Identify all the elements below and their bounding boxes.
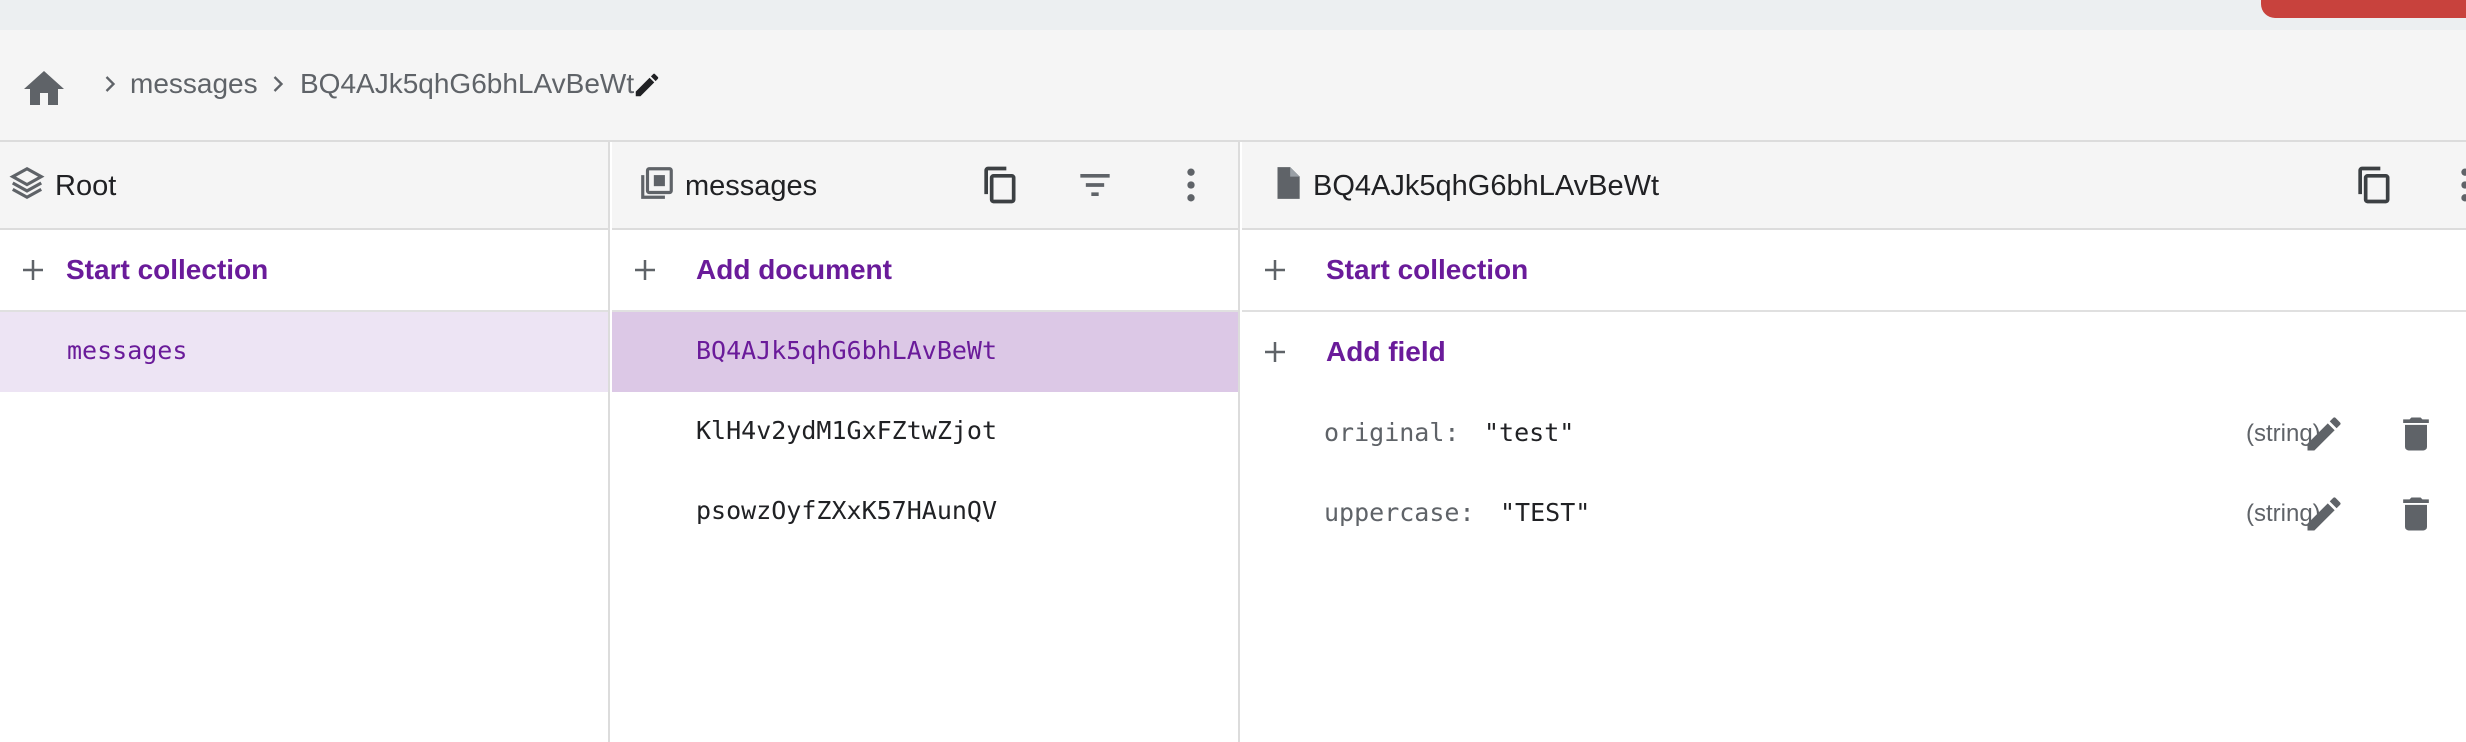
plus-icon — [23, 260, 43, 280]
layers-icon — [9, 166, 45, 200]
root-panel: Root Start collection messages — [0, 142, 610, 742]
document-panel-header: BQ4AJk5qhG6bhLAvBeWt — [1242, 142, 2466, 230]
collection-icon — [641, 167, 673, 199]
filter-button[interactable] — [1070, 160, 1120, 210]
start-collection-button[interactable]: Start collection — [0, 230, 608, 312]
list-item-label: KlH4v2ydM1GxFZtwZjot — [696, 416, 998, 445]
filter-icon — [1080, 174, 1110, 196]
data-panels: Root Start collection messages messages — [0, 142, 2466, 742]
collection-panel-header: messages — [612, 142, 1238, 230]
document-item[interactable]: KlH4v2ydM1GxFZtwZjot — [612, 392, 1238, 472]
list-item-label: messages — [67, 336, 188, 365]
delete-icon[interactable] — [2394, 492, 2438, 536]
add-document-button[interactable]: Add document — [612, 230, 1238, 312]
copy-button[interactable] — [2348, 160, 2398, 210]
field-row: original: "test" (string) — [1242, 392, 2466, 472]
more-options-button[interactable] — [2440, 160, 2466, 210]
copy-button[interactable] — [974, 160, 1024, 210]
document-icon — [1277, 167, 1300, 199]
field-key: uppercase: — [1324, 498, 1475, 527]
copy-icon — [2358, 166, 2390, 204]
add-document-label: Add document — [696, 254, 892, 285]
top-action-button[interactable] — [2261, 0, 2466, 18]
add-field-label: Add field — [1326, 336, 1446, 367]
collection-item-messages[interactable]: messages — [0, 312, 608, 392]
breadcrumb: messages BQ4AJk5qhG6bhLAvBeWt — [0, 30, 2466, 142]
add-field-button[interactable]: Add field — [1242, 312, 2466, 394]
field-value[interactable]: "TEST" — [1500, 498, 1590, 527]
breadcrumb-item-messages[interactable]: messages — [130, 68, 258, 100]
document-item[interactable]: psowzOyfZXxK57HAunQV — [612, 472, 1238, 552]
more-vert-icon — [2461, 168, 2466, 202]
document-item[interactable]: BQ4AJk5qhG6bhLAvBeWt — [612, 312, 1238, 392]
field-key: original: — [1324, 418, 1460, 447]
delete-icon[interactable] — [2394, 412, 2438, 456]
root-title: Root — [55, 170, 117, 202]
breadcrumb-item-document[interactable]: BQ4AJk5qhG6bhLAvBeWt — [300, 68, 634, 100]
collection-title: messages — [685, 170, 818, 202]
more-vert-icon — [1187, 168, 1195, 202]
list-item-label: psowzOyfZXxK57HAunQV — [696, 496, 998, 525]
document-panel: BQ4AJk5qhG6bhLAvBeWt Start collection Ad… — [1242, 142, 2466, 742]
field-value[interactable]: "test" — [1484, 418, 1574, 447]
edit-icon[interactable] — [2302, 492, 2346, 536]
top-strip — [0, 0, 2466, 30]
plus-icon — [1265, 260, 1285, 280]
collection-panel: messages Add document BQ4AJk5qhG6bhLAvBe… — [612, 142, 1240, 742]
copy-icon — [984, 166, 1016, 204]
more-options-button[interactable] — [1166, 160, 1216, 210]
edit-icon[interactable] — [2302, 412, 2346, 456]
field-row: uppercase: "TEST" (string) — [1242, 472, 2466, 552]
start-collection-button[interactable]: Start collection — [1242, 230, 2466, 312]
chevron-right-icon — [105, 76, 116, 92]
plus-icon — [635, 260, 655, 280]
root-panel-header: Root — [0, 142, 608, 230]
pencil-icon[interactable] — [632, 70, 662, 100]
chevron-right-icon — [273, 76, 284, 92]
list-item-label: BQ4AJk5qhG6bhLAvBeWt — [696, 336, 998, 365]
plus-icon — [1265, 342, 1285, 362]
start-collection-label: Start collection — [66, 254, 269, 285]
home-icon[interactable] — [20, 65, 68, 113]
start-collection-label: Start collection — [1326, 254, 1529, 285]
document-title: BQ4AJk5qhG6bhLAvBeWt — [1313, 170, 1660, 202]
